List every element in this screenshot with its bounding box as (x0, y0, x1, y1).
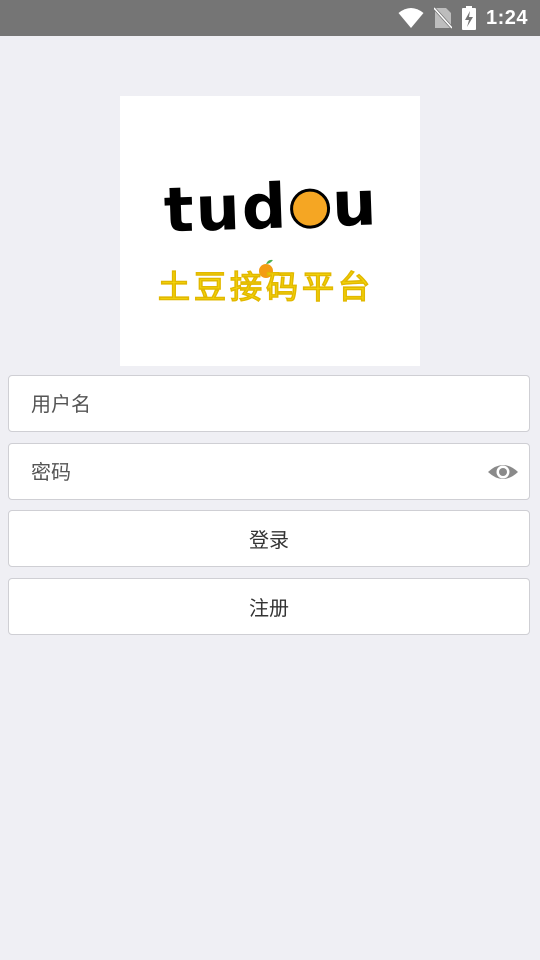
logo-word-prefix: tud (162, 169, 290, 247)
login-button[interactable]: 登录 (8, 510, 530, 567)
username-input[interactable] (31, 376, 471, 431)
eye-icon[interactable] (487, 458, 519, 486)
orange-face-icon (289, 187, 331, 230)
no-sim-icon (433, 7, 452, 29)
battery-charging-icon (461, 6, 476, 30)
password-input[interactable] (31, 444, 471, 499)
username-field[interactable] (8, 375, 530, 432)
logo-subtitle: 土豆接码平台 (158, 268, 375, 306)
logo-word-suffix: u (330, 166, 380, 241)
app-logo: tud u 土豆接码平台 (120, 96, 420, 366)
status-bar: 1:24 (0, 0, 540, 36)
status-time: 1:24 (485, 6, 528, 29)
logo-wordmark: tud u (163, 166, 380, 246)
status-icons: 1:24 (398, 0, 528, 36)
wifi-icon (398, 7, 424, 29)
register-button[interactable]: 注册 (8, 578, 530, 635)
password-field[interactable] (8, 443, 530, 500)
